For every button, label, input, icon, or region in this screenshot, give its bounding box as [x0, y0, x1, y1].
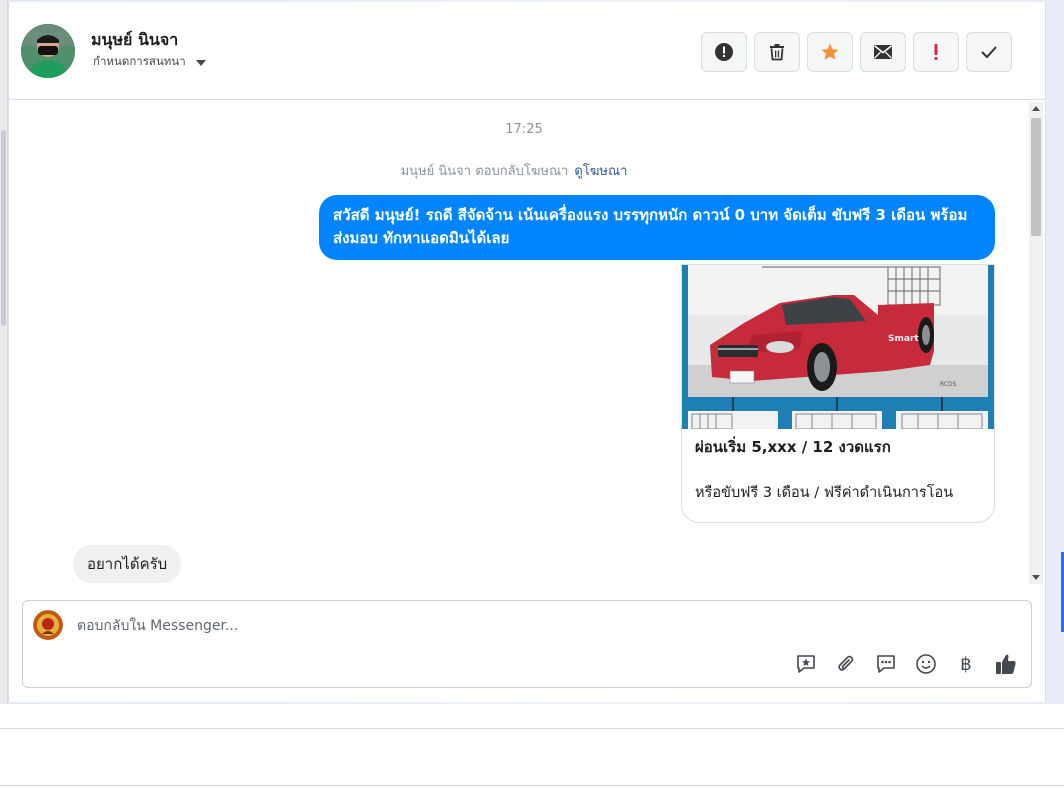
ad-card-subtitle: หรือขับฟรี 3 เดือน / ฟรีค่าดำเนินการโอน	[695, 485, 954, 501]
label-dropdown[interactable]: กำหนดการสนทนา	[93, 53, 206, 71]
mark-spam-button[interactable]	[701, 32, 747, 72]
reply-composer: ฿	[22, 600, 1032, 688]
view-ad-link[interactable]: ดูโฆษณา	[574, 164, 627, 179]
mark-unread-button[interactable]	[860, 32, 906, 72]
message-timestamp: 17:25	[505, 122, 543, 137]
message-thread[interactable]: 17:25 มนุษย์ นินจา ตอบกลับโฆษณา ดูโฆษณา ส…	[9, 100, 1029, 584]
mark-done-button[interactable]	[966, 32, 1012, 72]
attach-button[interactable]	[833, 651, 859, 677]
label-dropdown-text: กำหนดการสนทนา	[93, 54, 186, 68]
ad-card-title: ผ่อนเริ่ม 5,xxx / 12 งวดแรก	[695, 438, 891, 456]
ad-card-image[interactable]: Smart RCDS	[682, 265, 994, 430]
ad-reply-note-text: มนุษย์ นินจา ตอบกลับโฆษณา	[400, 164, 569, 179]
scroll-down-icon[interactable]	[1032, 575, 1040, 580]
header-actions	[701, 32, 1012, 72]
bottom-divider	[0, 728, 1064, 729]
outer-scrollbar-thumb[interactable]	[1, 130, 6, 326]
ad-card[interactable]: Smart RCDS ผ่อนเริ่ม 5,xxx / 12 งวดแรก ห…	[681, 264, 995, 523]
emoji-button[interactable]	[913, 651, 939, 677]
thumbs-up-icon	[996, 654, 1016, 674]
paperclip-icon	[838, 655, 854, 671]
star-button[interactable]	[807, 32, 853, 72]
contact-avatar[interactable]	[21, 24, 75, 78]
delete-button[interactable]	[754, 32, 800, 72]
composer-tools: ฿	[793, 651, 1019, 677]
svg-text:Smart: Smart	[888, 334, 919, 344]
outer-scrollbar[interactable]	[0, 0, 8, 704]
bottom-line	[0, 785, 1064, 786]
payment-button[interactable]: ฿	[953, 651, 979, 677]
baht-icon: ฿	[960, 653, 972, 675]
chat-dots-icon	[877, 655, 895, 673]
scroll-up-icon[interactable]	[1032, 106, 1040, 111]
outgoing-message[interactable]: สวัสดี มนุษย์! รถดี สีจัดจ้าน เน้นเครื่อ…	[319, 195, 995, 260]
chevron-down-icon	[195, 60, 206, 66]
star-chat-icon	[797, 655, 815, 673]
star-icon	[821, 43, 839, 60]
trash-icon	[770, 44, 784, 61]
reply-input[interactable]	[75, 613, 979, 639]
smiley-icon	[916, 654, 936, 674]
envelope-icon	[874, 45, 892, 59]
conversation-panel: มนุษย์ นินจา กำหนดการสนทนา 17:25 มนุษย์ …	[8, 2, 1046, 702]
check-icon	[981, 46, 997, 59]
like-button[interactable]	[993, 651, 1019, 677]
follow-up-button[interactable]	[913, 32, 959, 72]
contact-name[interactable]: มนุษย์ นินจา	[91, 28, 178, 53]
saved-reply-button[interactable]	[793, 651, 819, 677]
conversation-header: มนุษย์ นินจา กำหนดการสนทนา	[9, 2, 1045, 100]
thread-scrollbar-thumb[interactable]	[1031, 118, 1041, 236]
incoming-message[interactable]: อยากได้ครับ	[73, 545, 182, 583]
thread-scrollbar[interactable]	[1029, 102, 1043, 584]
svg-text:RCDS: RCDS	[940, 381, 957, 388]
exclamation-icon	[934, 44, 938, 60]
page-avatar	[33, 610, 63, 640]
ad-reply-note: มนุษย์ นินจา ตอบกลับโฆษณา ดูโฆษณา	[9, 160, 1019, 181]
alert-circle-icon	[715, 43, 733, 61]
quick-reply-button[interactable]	[873, 651, 899, 677]
